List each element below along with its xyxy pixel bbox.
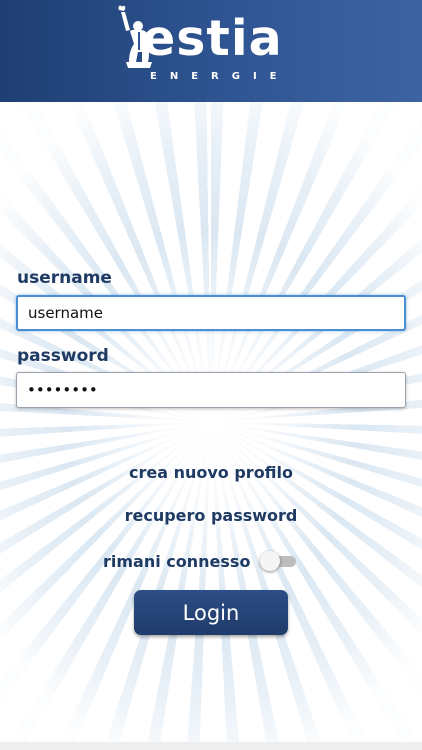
recover-password-link[interactable]: recupero password [0, 506, 422, 525]
brand-subtitle: ENERGIE [150, 71, 290, 82]
password-input[interactable] [16, 372, 406, 408]
toggle-knob [260, 551, 281, 571]
brand-logo: estia ENERGIE [112, 4, 317, 88]
app-header: estia ENERGIE [0, 0, 422, 102]
remember-me-toggle[interactable] [260, 551, 298, 571]
sunburst-background [0, 102, 422, 742]
password-label: password [17, 346, 109, 366]
login-button[interactable]: Login [134, 590, 288, 635]
username-input[interactable] [16, 295, 406, 331]
remember-me-row: rimani connesso [103, 551, 298, 571]
remember-me-label: rimani connesso [103, 551, 251, 571]
bottom-bar [0, 742, 422, 750]
create-profile-link[interactable]: crea nuovo profilo [0, 463, 422, 482]
brand-wordmark: estia [142, 10, 283, 67]
username-label: username [17, 268, 112, 288]
login-screen: estia ENERGIE username password crea nuo… [0, 0, 422, 750]
